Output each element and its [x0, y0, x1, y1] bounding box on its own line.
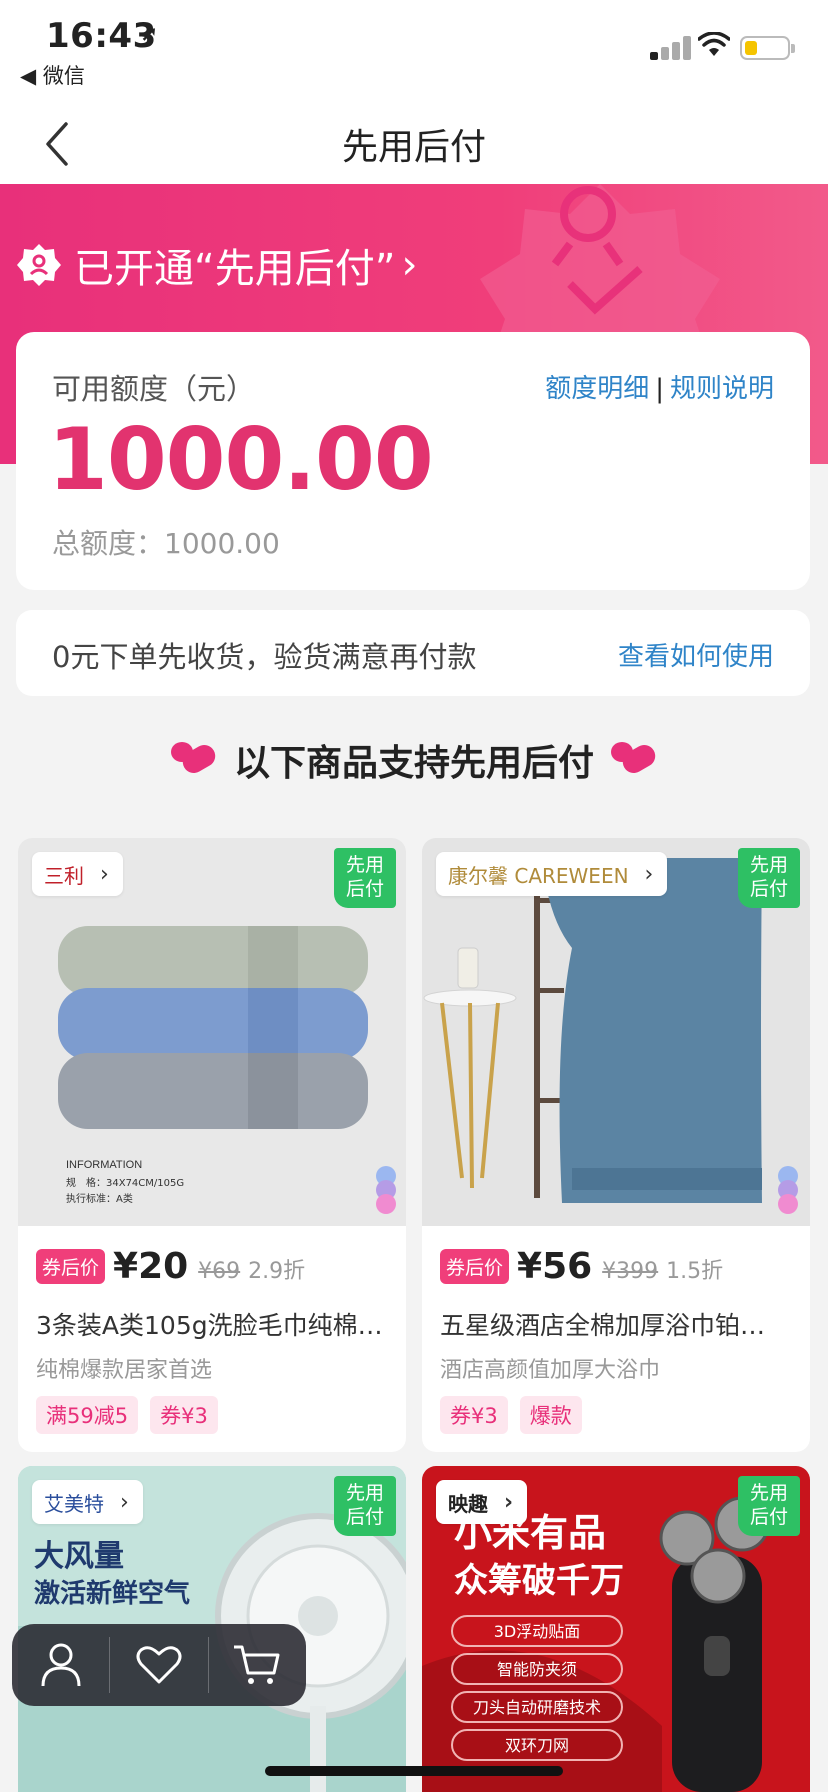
chevron-right-icon: › — [504, 1489, 514, 1515]
info-text: 0元下单先收货，验货满意再付款 — [52, 640, 477, 674]
promo-tag: 爆款 — [519, 1396, 582, 1434]
chevron-right-icon: › — [401, 242, 418, 288]
available-credit-amount: 1000.00 — [48, 410, 434, 510]
credit-detail-link[interactable]: 额度明细 — [545, 374, 649, 404]
price-row: 券后价 ¥20 ¥69 2.9折 — [36, 1246, 305, 1288]
cart-button[interactable] — [209, 1624, 306, 1706]
verified-badge-icon — [17, 244, 61, 286]
nav-bar: 先用后付 — [0, 104, 828, 184]
image-caption: 规 格：34X74CM/105G — [66, 1176, 184, 1189]
wifi-icon — [698, 32, 730, 56]
heart-decoration-icon — [170, 742, 216, 774]
promo-tag: 券¥3 — [440, 1396, 508, 1434]
flag-text: 先用 — [345, 1482, 384, 1504]
section-title: 以下商品支持先用后付 — [233, 743, 594, 784]
image-caption: 激活新鲜空气 — [34, 1578, 190, 1609]
battery-icon — [740, 36, 795, 60]
flag-text: 后付 — [345, 1506, 384, 1528]
product-title: 五星级酒店全棉加厚浴巾铂… — [440, 1311, 766, 1340]
discount: 2.9折 — [248, 1259, 306, 1284]
banner-title: 已开通“先用后付” — [74, 246, 396, 292]
flag-text: 先用 — [749, 854, 788, 876]
brand-name: 映趣 — [448, 1491, 488, 1516]
pay-later-flag: 先用 后付 — [334, 848, 396, 908]
feature-label: 双环刀网 — [505, 1736, 569, 1755]
promo-tags: 券¥3 爆款 — [440, 1396, 594, 1434]
image-caption: 大风量 — [34, 1539, 124, 1574]
brand-chip[interactable]: 康尔馨 CAREWEEN › — [436, 852, 668, 896]
price: ¥20 — [113, 1246, 189, 1287]
product-card[interactable]: 小米有品 众筹破千万 3D浮动贴面 智能防夹须 刀头自动研磨技术 双环刀网 映趣… — [422, 1466, 810, 1792]
coupon-price-tag: 券后价 — [440, 1249, 510, 1284]
image-caption: 执行标准：A类 — [66, 1192, 133, 1205]
floating-dock — [12, 1624, 306, 1706]
image-caption: 众筹破千万 — [454, 1561, 624, 1601]
brand-chip[interactable]: 三利 › — [32, 852, 123, 896]
feature-label: 刀头自动研磨技术 — [473, 1698, 601, 1717]
product-card[interactable]: INFORMATION 规 格：34X74CM/105G 执行标准：A类 三利 ›… — [18, 838, 406, 1452]
promo-tag: 券¥3 — [150, 1396, 218, 1434]
heart-decoration-icon — [611, 742, 656, 774]
brand-chip[interactable]: 艾美特 › — [32, 1480, 143, 1524]
product-subtitle: 纯棉爆款居家首选 — [36, 1358, 213, 1383]
original-price: ¥69 — [198, 1259, 241, 1284]
profile-button[interactable] — [12, 1624, 109, 1706]
back-to-app-link[interactable]: ◀ 微信 — [20, 60, 85, 90]
brand-name: 康尔馨 CAREWEEN — [448, 863, 629, 888]
flag-text: 后付 — [749, 878, 788, 900]
brand-chip[interactable]: 映趣 › — [436, 1480, 528, 1524]
cart-icon — [234, 1645, 280, 1684]
product-card[interactable]: 康尔馨 CAREWEEN › 先用 后付 券后价 ¥56 ¥399 1.5折 五星级… — [422, 838, 810, 1452]
flag-text: 后付 — [749, 1506, 788, 1528]
info-bar: 0元下单先收货，验货满意再付款 查看如何使用 — [16, 610, 810, 696]
cellular-signal-icon — [650, 34, 692, 60]
activated-link[interactable]: 已开通“先用后付” › — [16, 236, 417, 294]
section-heading: 以下商品支持先用后付 — [0, 730, 828, 790]
feature-label: 智能防夹须 — [497, 1660, 577, 1679]
brand-name: 艾美特 — [44, 1491, 104, 1516]
product-subtitle: 酒店高颜值加厚大浴巾 — [440, 1358, 661, 1383]
available-credit-label: 可用额度（元） — [52, 372, 256, 406]
brand-name: 三利 — [44, 863, 84, 888]
promo-tags: 满59减5 券¥3 — [36, 1396, 230, 1434]
chevron-right-icon: › — [120, 1489, 129, 1515]
location-arrow-icon: ➚ — [140, 22, 159, 47]
chevron-right-icon: › — [100, 861, 109, 887]
heart-icon — [136, 1646, 182, 1684]
flag-text: 先用 — [345, 854, 384, 876]
promo-tag: 满59减5 — [36, 1396, 139, 1434]
product-title: 3条装A类105g洗脸毛巾纯棉… — [36, 1311, 383, 1340]
chevron-right-icon: › — [644, 861, 654, 887]
favorites-button[interactable] — [110, 1624, 207, 1706]
how-to-use-link[interactable]: 查看如何使用 — [618, 636, 774, 673]
rules-link[interactable]: 规则说明 — [670, 374, 774, 404]
user-icon — [41, 1643, 81, 1687]
price-row: 券后价 ¥56 ¥399 1.5折 — [440, 1246, 723, 1288]
flag-text: 后付 — [345, 878, 384, 900]
feature-label: 3D浮动贴面 — [494, 1622, 581, 1641]
pay-later-flag: 先用 后付 — [334, 1476, 396, 1536]
credit-card: 可用额度（元） 额度明细 | 规则说明 1000.00 总额度：1000.00 — [16, 332, 810, 590]
pay-later-flag: 先用 后付 — [738, 848, 800, 908]
status-bar: 16:43 ➚ ◀ 微信 — [0, 0, 828, 104]
image-caption: INFORMATION — [66, 1159, 142, 1171]
price: ¥56 — [517, 1246, 593, 1287]
total-credit: 总额度：1000.00 — [52, 527, 280, 560]
coupon-price-tag: 券后价 — [36, 1249, 106, 1284]
pay-later-flag: 先用 后付 — [738, 1476, 800, 1536]
flag-text: 先用 — [749, 1482, 788, 1504]
page-title: 先用后付 — [341, 127, 486, 168]
discount: 1.5折 — [666, 1259, 724, 1284]
home-indicator[interactable] — [265, 1766, 563, 1776]
link-separator: | — [655, 374, 664, 404]
original-price: ¥399 — [602, 1259, 659, 1284]
credit-links: 额度明细 | 规则说明 — [545, 368, 774, 405]
